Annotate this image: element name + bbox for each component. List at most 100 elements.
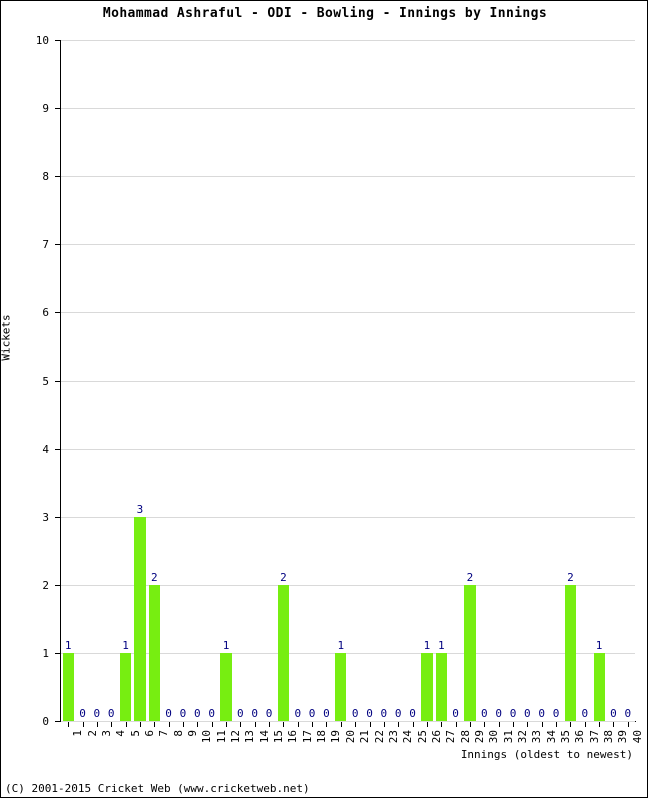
x-axis-tick-label: 21 [358, 730, 372, 744]
x-axis-tick [513, 722, 514, 727]
bar-value-label: 1 [595, 638, 603, 652]
x-axis-title: Innings (oldest to newest) [460, 748, 633, 761]
x-axis-tick [68, 722, 69, 727]
y-axis-tick-label: 4 [42, 442, 49, 456]
x-axis-tick [456, 722, 457, 727]
x-axis-tick [355, 722, 356, 727]
y-axis-tick-label: 7 [42, 238, 49, 252]
x-axis-tick [240, 722, 241, 727]
x-axis-tick [398, 722, 399, 727]
x-axis-tick-label: 20 [343, 730, 357, 744]
x-axis-tick-label: 18 [315, 730, 329, 744]
bar-value-label: 0 [452, 707, 459, 720]
bar [134, 516, 146, 721]
x-axis-tick [312, 722, 313, 727]
bar-value-label: 1 [122, 638, 129, 652]
bar [148, 584, 160, 721]
x-axis-tick-label: 27 [444, 730, 458, 744]
x-axis-tick-label: 29 [472, 730, 486, 744]
bar-value-label: 0 [251, 707, 259, 720]
bar-value-label: 0 [107, 707, 115, 720]
x-axis-tick-label: 39 [616, 730, 630, 744]
x-axis-tick-label: 5 [128, 730, 142, 737]
y-axis-tick [55, 380, 61, 382]
x-axis-tick [126, 722, 127, 727]
x-axis-tick [140, 722, 141, 727]
gridline [61, 380, 635, 382]
y-axis-tick [55, 721, 61, 722]
y-axis-tick-label: 9 [42, 102, 49, 116]
bar-value-label: 0 [265, 707, 273, 720]
x-axis-tick-label: 13 [243, 730, 257, 744]
x-axis-tick [283, 722, 284, 727]
x-axis-tick-label: 24 [401, 730, 415, 744]
bar-value-label: 0 [366, 707, 373, 720]
bar-value-label: 0 [524, 707, 531, 720]
x-axis-tick [226, 722, 227, 727]
bar-value-label: 0 [351, 707, 359, 720]
x-axis-tick-label: 11 [214, 730, 228, 744]
bar-value-label: 1 [423, 638, 431, 652]
plot-area: 1000132000010002000100000110200000020100 [61, 40, 635, 722]
x-axis-tick [427, 722, 428, 727]
x-axis-tick-label: 37 [587, 730, 601, 744]
y-axis-tick-label: 2 [42, 578, 49, 592]
bar [335, 652, 347, 721]
x-axis-tick-label: 14 [257, 730, 271, 744]
bar-value-label: 1 [337, 638, 345, 652]
bar-value-label: 0 [495, 707, 502, 720]
x-axis-tick [370, 722, 371, 727]
bar-value-label: 0 [93, 707, 101, 720]
x-axis-tick-label: 22 [372, 730, 386, 744]
x-axis-tick-label: 6 [142, 730, 156, 737]
y-axis-tick-label: 1 [42, 646, 49, 660]
x-axis-tick [111, 722, 112, 727]
chart-container: Mohammad Ashraful - ODI - Bowling - Inni… [0, 0, 648, 798]
bar-value-label: 0 [79, 707, 86, 720]
x-axis-tick-label: 30 [487, 730, 501, 744]
y-axis-tick-label: 10 [35, 34, 49, 47]
x-axis-tick-label: 8 [171, 730, 185, 737]
x-axis-tick-label: 32 [516, 730, 530, 744]
footer-copyright: (C) 2001-2015 Cricket Web (www.cricketwe… [5, 782, 310, 795]
bar-value-label: 2 [150, 570, 158, 584]
gridline [61, 516, 635, 518]
y-axis-tick [55, 176, 61, 178]
x-axis-tick [298, 722, 299, 727]
y-axis-tick [55, 244, 61, 246]
x-axis-tick [570, 722, 571, 727]
x-axis-tick [384, 722, 385, 727]
bar-value-label: 2 [567, 570, 574, 584]
gridline [61, 652, 635, 654]
bar-value-label: 0 [194, 707, 201, 720]
y-axis-tick [55, 312, 61, 314]
bar-value-label: 0 [624, 707, 632, 720]
x-axis-tick [585, 722, 586, 727]
x-axis-tick [154, 722, 155, 727]
x-axis-tick [255, 722, 256, 727]
x-axis-tick-label: 35 [559, 730, 573, 744]
bar-value-label: 0 [308, 707, 316, 720]
x-axis-tick [527, 722, 528, 727]
x-axis-tick-label: 28 [458, 730, 472, 744]
bar-value-label: 2 [466, 570, 474, 584]
x-axis-tick [97, 722, 98, 727]
bar-value-label: 0 [509, 707, 517, 720]
bar-value-label: 0 [581, 707, 589, 720]
bar [277, 584, 290, 721]
gridline [61, 312, 635, 314]
x-axis-tick-label: 7 [157, 730, 171, 737]
x-axis-tick [484, 722, 485, 727]
x-axis-tick-label: 38 [602, 730, 616, 744]
x-axis-tick-label: 15 [272, 730, 286, 744]
bar-value-label: 0 [380, 707, 388, 720]
y-axis-tick [55, 108, 61, 110]
x-axis-tick-label: 16 [286, 730, 300, 744]
x-axis-tick [413, 722, 414, 727]
bar-value-label: 1 [222, 638, 230, 652]
x-axis-tick-label: 40 [630, 730, 644, 744]
x-axis-tick [613, 722, 614, 727]
x-axis-tick-label: 25 [415, 730, 429, 744]
y-axis-tick [55, 448, 61, 450]
gridline [61, 584, 635, 586]
